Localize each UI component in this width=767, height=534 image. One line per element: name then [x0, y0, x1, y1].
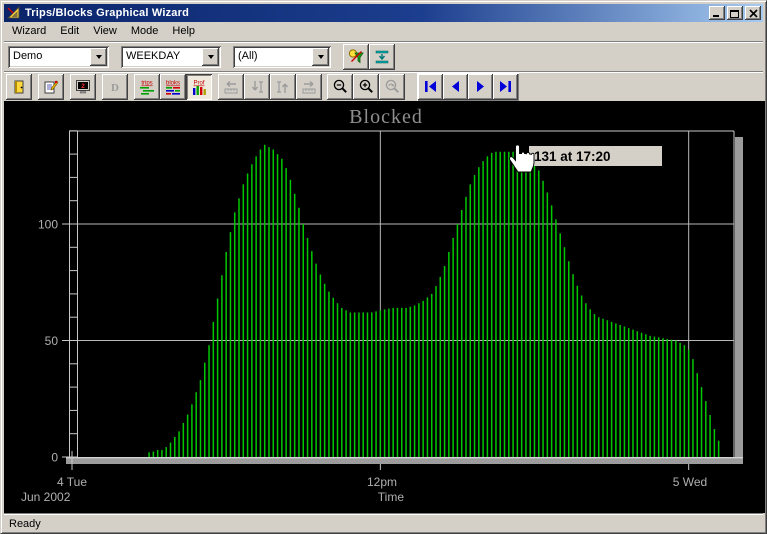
y-tick-label-100: 100	[38, 218, 58, 232]
trips-mode-icon: trips	[140, 80, 154, 95]
measure-left-icon	[224, 80, 238, 93]
dataset-combobox[interactable]: Demo	[8, 45, 109, 68]
filter-toolbar: Demo WEEKDAY (All)	[4, 41, 763, 71]
chevron-down-icon	[207, 54, 214, 59]
close-icon	[748, 8, 758, 18]
daytype-value: WEEKDAY	[126, 49, 181, 62]
chart-area: Blocked 0 50 100 4 Tue 12pm 5 Wed Jun 2002…	[4, 101, 765, 513]
daytype-dropdown-arrow[interactable]	[202, 47, 219, 66]
menu-edit[interactable]: Edit	[53, 23, 86, 40]
x-tick-label-mid: 12pm	[367, 475, 397, 489]
move-down-icon	[251, 80, 263, 93]
route-value: (All)	[238, 49, 258, 62]
measure-right-button	[296, 73, 322, 100]
chevron-down-icon	[317, 54, 324, 59]
filter-funnel-icon	[348, 49, 364, 64]
minimize-button[interactable]	[709, 6, 725, 20]
menu-help[interactable]: Help	[165, 23, 202, 40]
previous-button[interactable]	[443, 73, 468, 100]
move-up-icon	[277, 80, 289, 93]
maximize-button[interactable]	[727, 6, 743, 20]
zoom-undo-button	[379, 73, 405, 100]
menu-view[interactable]: View	[86, 23, 124, 40]
dataset-dropdown-arrow[interactable]	[90, 47, 107, 66]
last-icon	[500, 81, 511, 92]
svg-text:trips: trips	[141, 80, 152, 86]
svg-text:Prof: Prof	[193, 80, 204, 86]
monitor-2-icon: 2	[76, 79, 90, 93]
d-letter-icon: D	[111, 82, 119, 94]
main-toolbar: 2 D trips bloks Prof	[4, 71, 763, 101]
blocks-mode-button[interactable]: bloks	[160, 73, 186, 100]
menu-mode[interactable]: Mode	[124, 23, 166, 40]
month-label: Jun 2002	[21, 490, 71, 504]
application-window: Trips/Blocks Graphical Wizard Wizard Edi…	[0, 0, 767, 534]
menu-wizard[interactable]: Wizard	[5, 23, 53, 40]
daytype-combobox[interactable]: WEEKDAY	[121, 45, 221, 68]
y-tick-label-0: 0	[51, 451, 58, 465]
chevron-down-icon	[95, 54, 102, 59]
trips-mode-button[interactable]: trips	[134, 73, 160, 100]
route-dropdown-arrow[interactable]	[312, 47, 329, 66]
x-tick-label-start: 4 Tue	[57, 475, 87, 489]
next-icon	[477, 81, 484, 92]
svg-text:bloks: bloks	[166, 80, 180, 86]
exit-button[interactable]	[6, 73, 32, 100]
fit-range-icon	[375, 50, 389, 63]
zoom-in-button[interactable]	[353, 73, 379, 100]
svg-text:2: 2	[81, 83, 85, 90]
zoom-undo-icon	[385, 79, 399, 93]
properties-icon	[44, 79, 59, 93]
profile-mode-icon: Prof	[193, 80, 206, 95]
navigation-panel	[417, 72, 519, 101]
filter-button[interactable]	[343, 43, 369, 70]
properties-button[interactable]	[38, 73, 64, 100]
zoom-out-icon	[333, 79, 347, 93]
measure-left-button	[218, 73, 244, 100]
display-button[interactable]: 2	[70, 73, 96, 100]
fit-range-button[interactable]	[369, 43, 395, 70]
x-tick-label-end: 5 Wed	[673, 475, 707, 489]
data-tooltip: 131 at 17:20	[529, 146, 662, 166]
previous-icon	[452, 81, 459, 92]
route-combobox[interactable]: (All)	[233, 45, 331, 68]
window-title: Trips/Blocks Graphical Wizard	[25, 7, 190, 19]
y-tick-label-50: 50	[45, 334, 59, 348]
titlebar[interactable]: Trips/Blocks Graphical Wizard	[4, 4, 763, 22]
minimize-icon	[713, 14, 719, 17]
profile-mode-button[interactable]: Prof	[186, 73, 212, 100]
d-mode-button: D	[102, 73, 128, 100]
move-down-button	[244, 73, 270, 100]
first-icon	[425, 81, 436, 92]
exit-door-icon	[14, 80, 24, 93]
menubar: Wizard Edit View Mode Help	[4, 22, 763, 41]
first-button[interactable]	[418, 73, 443, 100]
close-button[interactable]	[745, 6, 761, 20]
zoom-out-button[interactable]	[327, 73, 353, 100]
blocked-profile-chart: Blocked 0 50 100 4 Tue 12pm 5 Wed Jun 2002…	[4, 101, 765, 513]
measure-right-icon	[302, 80, 316, 93]
next-button[interactable]	[468, 73, 493, 100]
blocks-mode-icon: bloks	[166, 80, 180, 95]
move-up-button	[270, 73, 296, 100]
svg-text:D: D	[111, 82, 119, 94]
statusbar: Ready	[4, 513, 763, 532]
tooltip-text: 131 at 17:20	[534, 149, 611, 164]
last-button[interactable]	[493, 73, 518, 100]
maximize-icon	[730, 9, 739, 18]
dataset-value: Demo	[13, 49, 43, 62]
zoom-in-icon	[359, 79, 373, 93]
x-axis-title: Time	[378, 490, 405, 504]
plot-frame-right-band	[735, 137, 743, 464]
app-icon	[6, 5, 20, 19]
chart-title: Blocked	[349, 106, 423, 128]
status-text: Ready	[9, 518, 41, 530]
